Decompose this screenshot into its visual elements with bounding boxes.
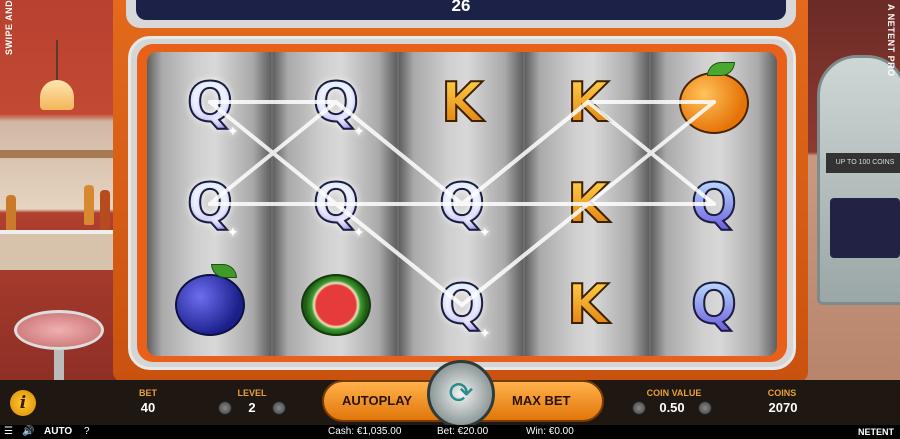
queen-symbol: Q [438, 272, 486, 336]
reel-cell: Q [651, 153, 777, 254]
reel-cell: K [525, 52, 651, 153]
bet-display: Bet: €20.00 [437, 426, 489, 437]
level-label: LEVEL [237, 388, 267, 398]
help-icon[interactable]: ? [84, 425, 90, 439]
sparkle-icon: ✦ [227, 123, 239, 139]
watermelon-symbol [301, 273, 371, 336]
reel-cell [273, 254, 399, 355]
reel-cell: Q ✦ [147, 52, 273, 153]
queen-symbol: Q [312, 171, 360, 235]
win-counter-value: 26 [451, 0, 471, 15]
status-bar: ☰ 🔊 AUTO ? Cash: €1,035.00 Bet: €20.00 W… [0, 425, 900, 439]
spin-button[interactable]: ⟳ [427, 360, 495, 428]
reel-cell: Q ✦ [273, 153, 399, 254]
bottle [84, 185, 94, 225]
reel-cell: Q ✦ [399, 153, 525, 254]
info-button[interactable]: i [10, 390, 36, 416]
reel-cell [147, 254, 273, 355]
reel-cell [651, 52, 777, 153]
king-symbol: K [566, 70, 610, 134]
leaf-icon [211, 263, 237, 278]
reel-cell: Q ✦ [147, 153, 273, 254]
coins-label: COINS [767, 388, 797, 398]
queen-symbol: Q [186, 171, 234, 235]
coin-value-increase-button[interactable] [698, 401, 712, 415]
reel-cell: K [399, 52, 525, 153]
bet-value: 40 [140, 400, 156, 415]
bar-stool [14, 310, 104, 350]
sparkle-icon: ✦ [353, 224, 365, 240]
autoplay-button[interactable]: AUTOPLAY [342, 393, 412, 408]
sparkle-icon: ✦ [227, 224, 239, 240]
auto-toggle[interactable]: AUTO [44, 425, 72, 439]
reel-3: K Q ✦ Q ✦ [399, 52, 525, 356]
leaf-icon [707, 61, 735, 76]
reel-4: KKK [525, 52, 651, 356]
cash-display: Cash: €1,035.00 [328, 426, 402, 437]
reel-cell: K [525, 254, 651, 355]
bottle [6, 195, 16, 235]
king-symbol: K [440, 70, 484, 134]
win-counter-display: 26 [136, 0, 786, 20]
coin-value-decrease-button[interactable] [632, 401, 646, 415]
queen-symbol: Q [186, 70, 234, 134]
pendant-lamp [40, 40, 74, 110]
diner-background-right: UP TO 100 COINS [795, 0, 900, 380]
reel-5: QQ [651, 52, 777, 356]
reel-2: Q ✦ Q ✦ [273, 52, 399, 356]
sparkle-icon: ✦ [479, 224, 491, 240]
coin-value: 0.50 [659, 400, 685, 415]
reel-1: Q ✦ Q ✦ [147, 52, 273, 356]
sparkle-icon: ✦ [353, 123, 365, 139]
side-hint-text: SWIPE AND [4, 0, 14, 55]
slot-game-screen: UP TO 100 COINS SWIPE AND A NETENT PRO 2… [0, 0, 900, 439]
reels-area[interactable]: Q ✦ Q ✦ Q ✦ Q ✦ K Q ✦ Q ✦ K K K Q Q [147, 52, 777, 356]
orange-symbol [679, 61, 749, 134]
level-increase-button[interactable] [272, 401, 286, 415]
level-decrease-button[interactable] [218, 401, 232, 415]
reel-cell: Q ✦ [399, 254, 525, 355]
bottle [100, 190, 110, 230]
queen-symbol: Q [690, 171, 738, 235]
queen-symbol: Q [690, 272, 738, 336]
coins-value: 2070 [768, 400, 798, 415]
win-display: Win: €0.00 [526, 426, 574, 437]
sound-icon[interactable]: 🔊 [22, 425, 34, 439]
reel-cell: K [525, 153, 651, 254]
coin-value-label: COIN VALUE [646, 388, 702, 398]
king-symbol: K [566, 171, 610, 235]
bet-label: BET [139, 388, 157, 398]
reel-cell: Q ✦ [273, 52, 399, 153]
queen-symbol: Q [438, 171, 486, 235]
brand-logo: NETENT [858, 427, 894, 437]
side-brand-text: A NETENT PRO [886, 4, 896, 77]
reel-cell: Q [651, 254, 777, 355]
king-symbol: K [566, 272, 610, 336]
sparkle-icon: ✦ [479, 325, 491, 341]
plum-symbol [175, 263, 245, 336]
spin-arrows-icon: ⟳ [448, 377, 474, 410]
max-bet-button[interactable]: MAX BET [512, 393, 571, 408]
menu-icon[interactable]: ☰ [4, 425, 13, 439]
level-value: 2 [248, 400, 256, 415]
queen-symbol: Q [312, 70, 360, 134]
background-slot-machine: UP TO 100 COINS [817, 55, 900, 305]
